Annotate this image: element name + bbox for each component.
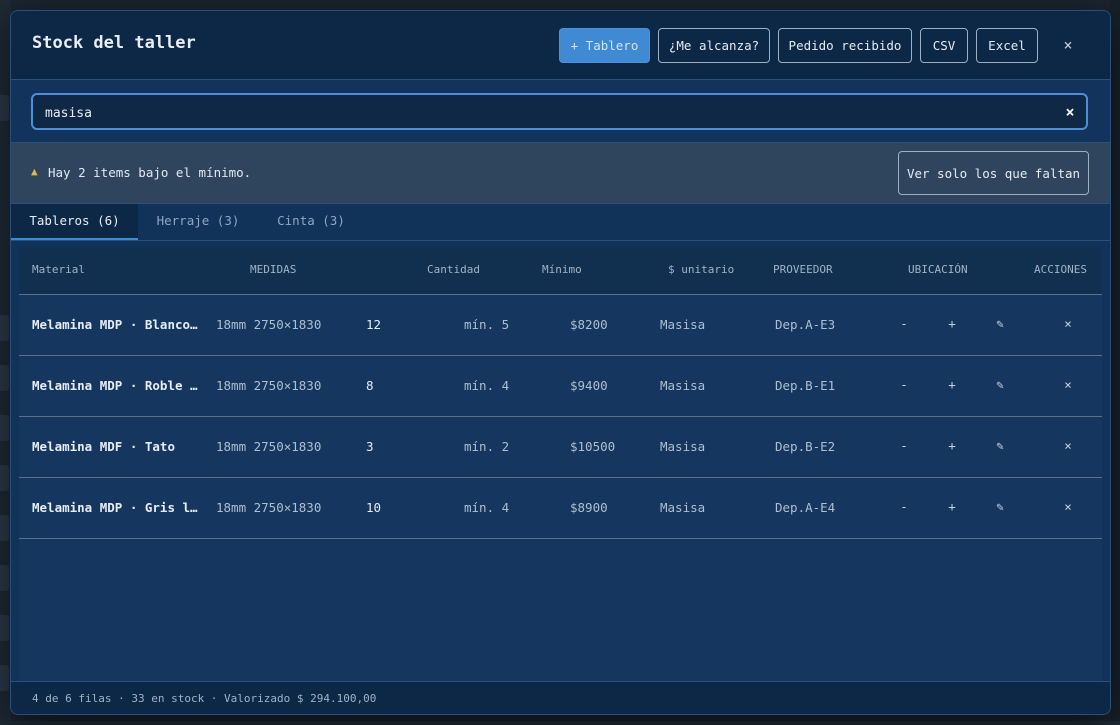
- tab-tableros[interactable]: Tableros (6): [11, 204, 138, 240]
- cell-cantidad: 8: [366, 378, 374, 393]
- cell-proveedor: Masisa: [660, 500, 706, 515]
- col-ubicacion: UBICACIÓN: [908, 263, 968, 276]
- alert-text: Hay 2 items bajo el mínimo.: [48, 165, 252, 180]
- cell-material: Melamina MDP · Roble …: [32, 378, 198, 393]
- decrement-button[interactable]: -: [896, 499, 912, 514]
- cell-medidas: 18mm 2750×1830: [216, 500, 322, 515]
- decrement-button[interactable]: -: [896, 316, 912, 331]
- cell-unitario: $8900: [570, 500, 608, 515]
- search-bar: ×: [11, 80, 1110, 143]
- cell-minimo: mín. 4: [464, 378, 510, 393]
- cell-ubicacion: Dep.B-E2: [775, 439, 836, 454]
- cell-cantidad: 3: [366, 439, 374, 454]
- decrement-button[interactable]: -: [896, 438, 912, 453]
- table-row[interactable]: Melamina MDF · Tato 18mm 2750×1830 3 mín…: [19, 417, 1102, 478]
- edit-icon[interactable]: ✎: [992, 377, 1008, 392]
- table-row[interactable]: Melamina MDP · Roble … 18mm 2750×1830 8 …: [19, 356, 1102, 417]
- cell-material: Melamina MDP · Gris l…: [32, 500, 198, 515]
- cell-material: Melamina MDF · Tato: [32, 439, 175, 454]
- order-received-button[interactable]: Pedido recibido: [778, 28, 912, 63]
- edit-icon[interactable]: ✎: [992, 316, 1008, 331]
- col-material: Material: [32, 263, 85, 276]
- cell-minimo: mín. 5: [464, 317, 510, 332]
- cell-ubicacion: Dep.A-E4: [775, 500, 836, 515]
- cell-ubicacion: Dep.B-E1: [775, 378, 836, 393]
- cell-unitario: $8200: [570, 317, 608, 332]
- category-tabs: Tableros (6) Herraje (3) Cinta (3): [11, 204, 1110, 241]
- cell-proveedor: Masisa: [660, 378, 706, 393]
- background-app-right: [1110, 0, 1120, 725]
- stock-modal: Stock del taller + Tablero ¿Me alcanza? …: [10, 10, 1111, 715]
- col-minimo: Mínimo: [542, 263, 582, 276]
- col-cantidad: Cantidad: [427, 263, 480, 276]
- search-input[interactable]: [43, 102, 1047, 124]
- delete-icon[interactable]: ×: [1060, 438, 1076, 453]
- col-acciones: ACCIONES: [1034, 263, 1087, 276]
- fit-check-button[interactable]: ¿Me alcanza?: [658, 28, 770, 63]
- close-icon[interactable]: ×: [1058, 35, 1078, 55]
- increment-button[interactable]: +: [944, 316, 960, 331]
- footer-summary: 4 de 6 filas · 33 en stock · Valorizado …: [32, 692, 377, 705]
- add-board-button[interactable]: + Tablero: [559, 28, 650, 63]
- export-excel-button[interactable]: Excel: [976, 28, 1038, 63]
- cell-proveedor: Masisa: [660, 317, 706, 332]
- delete-icon[interactable]: ×: [1060, 316, 1076, 331]
- edit-icon[interactable]: ✎: [992, 438, 1008, 453]
- cell-minimo: mín. 4: [464, 500, 510, 515]
- table-row[interactable]: Melamina MDP · Blanco… 18mm 2750×1830 12…: [19, 295, 1102, 356]
- search-field[interactable]: ×: [31, 93, 1088, 130]
- cell-unitario: $10500: [570, 439, 616, 454]
- cell-proveedor: Masisa: [660, 439, 706, 454]
- cell-unitario: $9400: [570, 378, 608, 393]
- table-row[interactable]: Melamina MDP · Gris l… 18mm 2750×1830 10…: [19, 478, 1102, 539]
- clear-search-icon[interactable]: ×: [1061, 102, 1079, 122]
- warning-icon: ▲: [31, 165, 38, 178]
- background-app-bottom: [0, 721, 1120, 725]
- delete-icon[interactable]: ×: [1060, 499, 1076, 514]
- modal-header: Stock del taller + Tablero ¿Me alcanza? …: [11, 11, 1110, 80]
- table-footer: 4 de 6 filas · 33 en stock · Valorizado …: [11, 681, 1110, 714]
- tab-cinta[interactable]: Cinta (3): [266, 204, 356, 240]
- low-stock-alert: ▲ Hay 2 items bajo el mínimo. Ver solo l…: [11, 143, 1110, 204]
- tab-herraje[interactable]: Herraje (3): [148, 204, 248, 240]
- decrement-button[interactable]: -: [896, 377, 912, 392]
- edit-icon[interactable]: ✎: [992, 499, 1008, 514]
- stock-table: Material MEDIDAS Cantidad Mínimo $ unita…: [19, 247, 1102, 681]
- cell-material: Melamina MDP · Blanco…: [32, 317, 198, 332]
- export-csv-button[interactable]: CSV: [920, 28, 968, 63]
- cell-medidas: 18mm 2750×1830: [216, 439, 322, 454]
- show-missing-button[interactable]: Ver solo los que faltan: [898, 151, 1089, 195]
- col-unitario: $ unitario: [668, 263, 735, 276]
- col-proveedor: PROVEEDOR: [773, 263, 833, 276]
- cell-medidas: 18mm 2750×1830: [216, 378, 322, 393]
- col-medidas: MEDIDAS: [250, 263, 297, 276]
- cell-medidas: 18mm 2750×1830: [216, 317, 322, 332]
- cell-ubicacion: Dep.A-E3: [775, 317, 836, 332]
- cell-minimo: mín. 2: [464, 439, 510, 454]
- cell-cantidad: 10: [366, 500, 382, 515]
- delete-icon[interactable]: ×: [1060, 377, 1076, 392]
- table-header: Material MEDIDAS Cantidad Mínimo $ unita…: [19, 247, 1102, 295]
- modal-title: Stock del taller: [32, 33, 196, 53]
- cell-cantidad: 12: [366, 317, 382, 332]
- increment-button[interactable]: +: [944, 499, 960, 514]
- increment-button[interactable]: +: [944, 438, 960, 453]
- increment-button[interactable]: +: [944, 377, 960, 392]
